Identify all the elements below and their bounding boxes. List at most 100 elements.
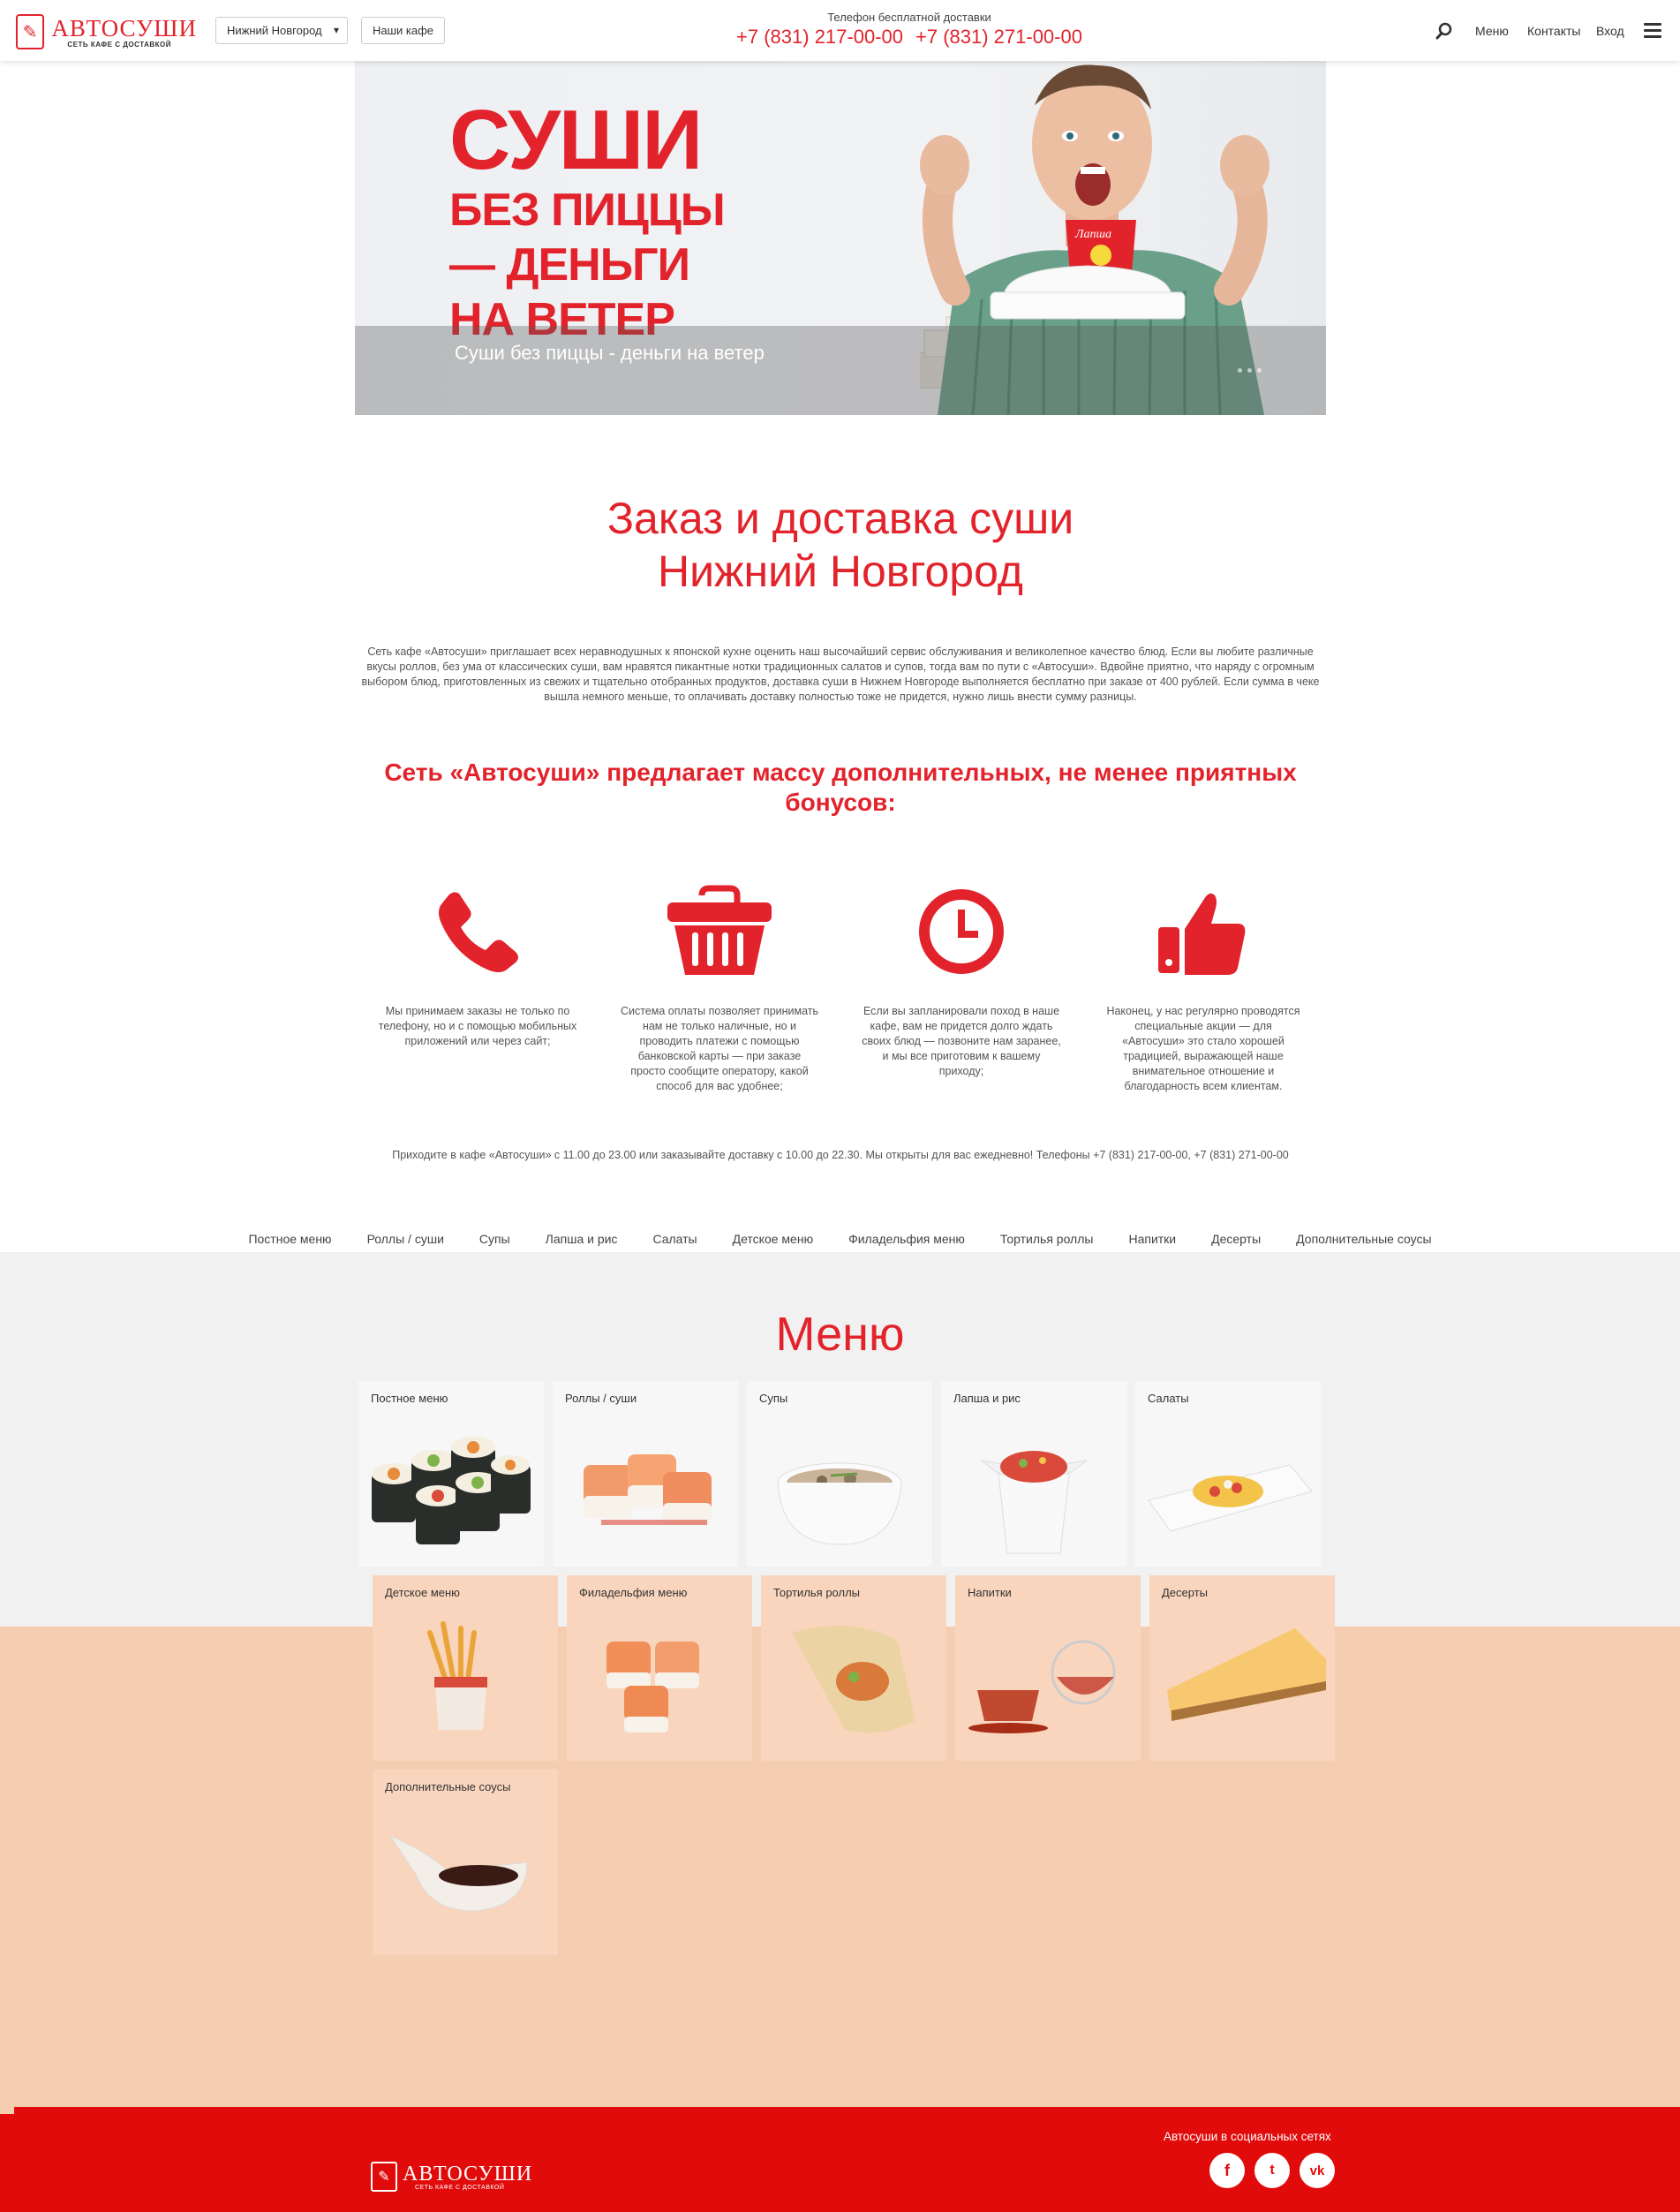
hero-headline-line-3: — ДЕНЬГИ [449, 239, 690, 291]
feature-preorder: Если вы запланировали поход в наше кафе,… [853, 883, 1070, 1079]
phone-icon [439, 892, 518, 972]
nav-menu-link[interactable]: Меню [1475, 24, 1509, 38]
menu-tile-soups[interactable]: Супы [747, 1381, 932, 1567]
hero-caption-bar [355, 326, 1326, 415]
menu-tile-label: Салаты [1148, 1392, 1189, 1405]
category-link[interactable]: Лапша и рис [546, 1232, 618, 1246]
menu-tile-rolls-sushi[interactable]: Роллы / суши [553, 1381, 738, 1567]
bonus-title: Сеть «Автосуши» предлагает массу дополни… [384, 759, 1297, 816]
hamburger-menu-icon[interactable] [1644, 23, 1661, 38]
footer-logo[interactable]: ✎ АВТОСУШИ СЕТЬ КАФЕ С ДОСТАВКОЙ [371, 2162, 532, 2192]
page-title-line-1: Заказ и доставка суши [606, 494, 1074, 543]
page-title: Заказ и доставка суши Нижний Новгород [399, 492, 1282, 598]
menu-tile-noodles-rice[interactable]: Лапша и рис [941, 1381, 1126, 1567]
logo-name: АВТОСУШИ [51, 14, 197, 42]
phone-link-1[interactable]: +7 (831) 217-00-00 [736, 26, 903, 49]
menu-tile-label: Тортилья роллы [773, 1586, 861, 1599]
feature-phone-text: Мы принимаем заказы не только по телефон… [378, 1005, 577, 1047]
salad-plate-image [1148, 1464, 1313, 1532]
menu-tile-sauces[interactable]: Дополнительные соусы [373, 1770, 558, 1955]
nav-login-link[interactable]: Вход [1596, 24, 1624, 38]
category-link[interactable]: Напитки [1128, 1232, 1176, 1246]
philadelphia-rolls-image [606, 1642, 699, 1733]
logo-subtitle: СЕТЬ КАФЕ С ДОСТАВКОЙ [67, 40, 171, 49]
salmon-rolls-image [584, 1454, 712, 1525]
fries-image [427, 1621, 487, 1730]
noodle-box-image [980, 1451, 1088, 1554]
category-link[interactable]: Постное меню [248, 1232, 331, 1246]
category-link[interactable]: Роллы / суши [367, 1232, 444, 1246]
footer-notch [0, 2107, 14, 2114]
menu-tile-philadelphia[interactable]: Филадельфия меню [567, 1575, 752, 1761]
hero-box-label: Лапша [1074, 228, 1111, 241]
category-link[interactable]: Десерты [1211, 1232, 1261, 1246]
hero-headline-line-1: СУШИ [449, 93, 703, 187]
hero-slider-dots[interactable] [1238, 368, 1262, 373]
phone-link-2[interactable]: +7 (831) 271-00-00 [915, 26, 1082, 49]
nav-contacts-link[interactable]: Контакты [1527, 24, 1580, 38]
site-header: ✎ АВТОСУШИ СЕТЬ КАФЕ С ДОСТАВКОЙ Нижний … [0, 0, 1680, 61]
category-link[interactable]: Дополнительные соусы [1296, 1232, 1431, 1246]
feature-phone: Мы принимаем заказы не только по телефон… [369, 883, 586, 1049]
phone-block: Телефон бесплатной доставки +7 (831) 217… [724, 11, 1095, 49]
tea-cup-image [968, 1640, 1116, 1733]
chevron-down-icon: ▾ [333, 24, 339, 36]
rolls-image [372, 1437, 531, 1544]
menu-tile-label: Лапша и рис [953, 1392, 1021, 1405]
site-footer [0, 2107, 1680, 2212]
menu-tile-tortilla[interactable]: Тортилья роллы [761, 1575, 946, 1761]
menu-tile-salads[interactable]: Салаты [1135, 1381, 1321, 1567]
our-cafes-button[interactable]: Наши кафе [361, 17, 445, 44]
cheesecake-image [1167, 1628, 1326, 1721]
category-nav: Постное меню Роллы / суши Супы Лапша и р… [0, 1226, 1680, 1252]
phone-caption: Телефон бесплатной доставки [827, 11, 991, 24]
thumbs-up-icon [1158, 893, 1246, 975]
page-title-line-2: Нижний Новгород [658, 547, 1023, 596]
footer-logo-name: АВТОСУШИ [403, 2162, 533, 2186]
opening-hours-text: Приходите в кафе «Автосуши» с 11.00 до 2… [392, 1149, 1289, 1161]
city-select[interactable]: Нижний Новгород ▾ [215, 17, 348, 44]
feature-payment-text: Система оплаты позволяет принимать нам н… [620, 1005, 819, 1092]
logo-car-icon: ✎ [16, 14, 45, 49]
menu-tile-label: Десерты [1162, 1586, 1209, 1599]
category-link[interactable]: Салаты [652, 1232, 697, 1246]
city-select-value: Нижний Новгород [227, 24, 322, 37]
menu-title: Меню [775, 1308, 905, 1361]
menu-tile-kids[interactable]: Детское меню [373, 1575, 558, 1761]
category-link[interactable]: Супы [479, 1232, 510, 1246]
feature-promotions-text: Наконец, у нас регулярно проводятся спец… [1106, 1005, 1300, 1092]
menu-tile-label: Дополнительные соусы [385, 1780, 511, 1793]
basket-icon [667, 885, 772, 975]
footer-logo-subtitle: СЕТЬ КАФЕ С ДОСТАВКОЙ [415, 2184, 505, 2191]
feature-promotions: Наконец, у нас регулярно проводятся спец… [1095, 883, 1312, 1094]
hero-caption: Суши без пиццы - деньги на ветер [455, 342, 765, 364]
vk-icon[interactable]: vk [1300, 2153, 1335, 2188]
feature-preorder-text: Если вы запланировали поход в наше кафе,… [862, 1005, 1061, 1077]
menu-tile-label: Роллы / суши [565, 1392, 637, 1405]
menu-tile-label: Супы [759, 1392, 788, 1405]
menu-tile-label: Постное меню [371, 1392, 448, 1405]
facebook-icon[interactable]: f [1209, 2153, 1245, 2188]
social-caption: Автосуши в социальных сетях [1164, 2130, 1331, 2143]
category-link[interactable]: Тортилья роллы [1000, 1232, 1094, 1246]
soup-bowl-image [777, 1462, 902, 1545]
logo[interactable]: ✎ АВТОСУШИ СЕТЬ КАФЕ С ДОСТАВКОЙ [16, 12, 197, 51]
menu-tile-lenten[interactable]: Постное меню [358, 1381, 544, 1567]
footer-logo-car-icon: ✎ [371, 2162, 397, 2192]
menu-tile-label: Напитки [968, 1586, 1012, 1599]
menu-tile-drinks[interactable]: Напитки [955, 1575, 1141, 1761]
intro-paragraph: Сеть кафе «Автосуши» приглашает всех нер… [361, 645, 1320, 703]
category-link[interactable]: Филадельфия меню [848, 1232, 965, 1246]
tortilla-wrap-image [792, 1626, 915, 1733]
search-icon[interactable] [1435, 22, 1453, 40]
hero-headline: СУШИ БЕЗ ПИЦЦЫ — ДЕНЬГИ НА ВЕТЕР [449, 98, 732, 347]
menu-tile-label: Детское меню [385, 1586, 460, 1599]
menu-tile-desserts[interactable]: Десерты [1149, 1575, 1335, 1761]
hero-headline-line-2: БЕЗ ПИЦЦЫ [449, 185, 726, 236]
twitter-icon[interactable]: t [1254, 2153, 1290, 2188]
feature-payment: Система оплаты позволяет принимать нам н… [611, 883, 828, 1094]
category-link[interactable]: Детское меню [733, 1232, 813, 1246]
hero-banner[interactable]: СУШИ БЕЗ ПИЦЦЫ — ДЕНЬГИ НА ВЕТЕР Лапша С [355, 61, 1326, 415]
menu-tile-label: Филадельфия меню [579, 1586, 688, 1599]
sauce-boat-image [388, 1834, 528, 1912]
